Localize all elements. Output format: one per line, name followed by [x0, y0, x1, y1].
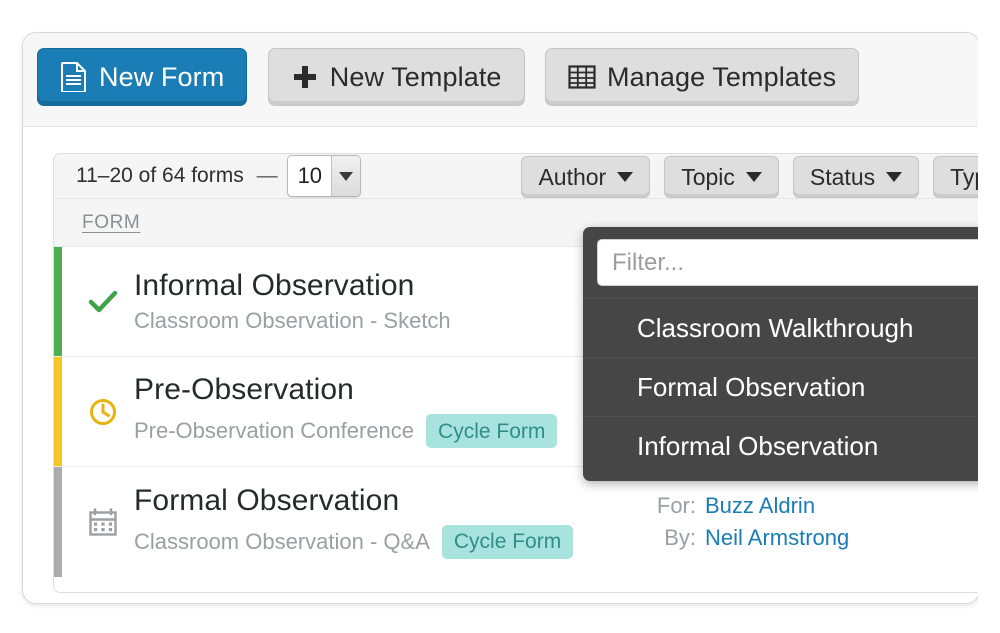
page-size-value: 10	[287, 156, 332, 196]
filter-input[interactable]	[597, 239, 989, 286]
row-title: Pre-Observation	[134, 373, 354, 406]
row-subtitle: Pre-Observation Conference	[134, 418, 415, 443]
row-subtitle: Classroom Observation - Sketch	[134, 308, 451, 333]
column-header-form[interactable]: FORM	[82, 212, 140, 234]
row-by-line: By: Neil Armstrong	[650, 525, 979, 551]
manage-templates-button[interactable]: Manage Templates	[545, 48, 860, 106]
row-title: Informal Observation	[134, 269, 415, 302]
row-by-name[interactable]: Neil Armstrong	[705, 525, 849, 551]
table-row[interactable]: Formal Observation Classroom Observation…	[54, 467, 979, 577]
filter-topic-label: Topic	[681, 163, 735, 190]
new-form-button[interactable]: New Form	[37, 48, 248, 106]
row-content: Formal Observation Classroom Observation…	[134, 483, 650, 559]
dropdown-filter-wrap	[583, 239, 1000, 298]
table-grid-icon	[568, 62, 596, 92]
page-size-select[interactable]: 10	[286, 155, 362, 197]
new-template-button[interactable]: New Template	[267, 48, 525, 106]
row-for-name[interactable]: Buzz Aldrin	[705, 493, 815, 519]
row-for-label: For:	[656, 492, 696, 518]
row-subtitle-line: Pre-Observation Conference Cycle Form	[134, 414, 650, 448]
row-status-accent	[54, 247, 62, 356]
dropdown-item-classroom-walkthrough[interactable]: Classroom Walkthrough	[583, 298, 1000, 357]
chevron-down-icon	[886, 172, 903, 182]
check-mark-icon	[80, 289, 126, 315]
row-status-accent	[54, 357, 62, 466]
filter-buttons: Author Topic Status Type	[521, 156, 979, 198]
row-content: Pre-Observation Pre-Observation Conferen…	[134, 375, 650, 448]
results-count-text: 11–20 of 64 forms	[76, 164, 244, 187]
page-size-arrow[interactable]	[331, 156, 361, 196]
count-separator: —	[256, 164, 278, 187]
toolbar: New Form New Template Manage Templates	[23, 33, 979, 127]
filter-author-button[interactable]: Author	[521, 156, 651, 198]
filter-status-label: Status	[809, 163, 876, 190]
chevron-down-icon	[617, 172, 634, 182]
filter-status-button[interactable]: Status	[792, 156, 920, 198]
status-badge: Cycle Form	[426, 414, 558, 448]
clock-icon	[80, 398, 126, 426]
filter-type-label: Type	[950, 163, 979, 190]
row-by-label: By:	[664, 525, 696, 550]
filter-topic-button[interactable]: Topic	[664, 156, 779, 198]
status-badge: Cycle Form	[441, 524, 574, 559]
plus-icon	[291, 62, 319, 92]
filter-type-button[interactable]: Type	[933, 156, 979, 198]
row-people: For: Buzz Aldrin By: Neil Armstrong	[650, 492, 979, 552]
chevron-down-icon	[745, 172, 762, 182]
manage-templates-button-label: Manage Templates	[607, 61, 837, 92]
row-subtitle-line: Classroom Observation - Q&A Cycle Form	[134, 524, 650, 559]
dropdown-item-informal-observation[interactable]: Informal Observation	[583, 416, 1000, 475]
row-subtitle: Classroom Observation - Q&A	[134, 528, 430, 554]
row-content: Informal Observation Classroom Observati…	[134, 271, 650, 332]
calendar-icon	[80, 508, 126, 536]
filter-author-label: Author	[538, 163, 607, 190]
row-title: Formal Observation	[134, 483, 400, 517]
new-template-button-label: New Template	[329, 61, 502, 92]
file-document-icon	[60, 62, 88, 92]
new-form-button-label: New Form	[99, 61, 225, 92]
screenshot-root: New Form New Template Manage Templates 1…	[0, 0, 1000, 633]
dropdown-item-formal-observation[interactable]: Formal Observation	[583, 357, 1000, 416]
list-header-bar: 11–20 of 64 forms — 10 Author Topic Stat…	[54, 154, 979, 199]
viewport-right-clip	[978, 0, 1000, 633]
row-subtitle-line: Classroom Observation - Sketch	[134, 310, 650, 332]
chevron-down-icon	[339, 171, 354, 181]
topic-filter-dropdown: Classroom Walkthrough Formal Observation…	[583, 227, 1000, 481]
results-count: 11–20 of 64 forms —	[76, 164, 285, 188]
row-for-line: For: Buzz Aldrin	[650, 492, 979, 519]
row-status-accent	[54, 467, 62, 577]
